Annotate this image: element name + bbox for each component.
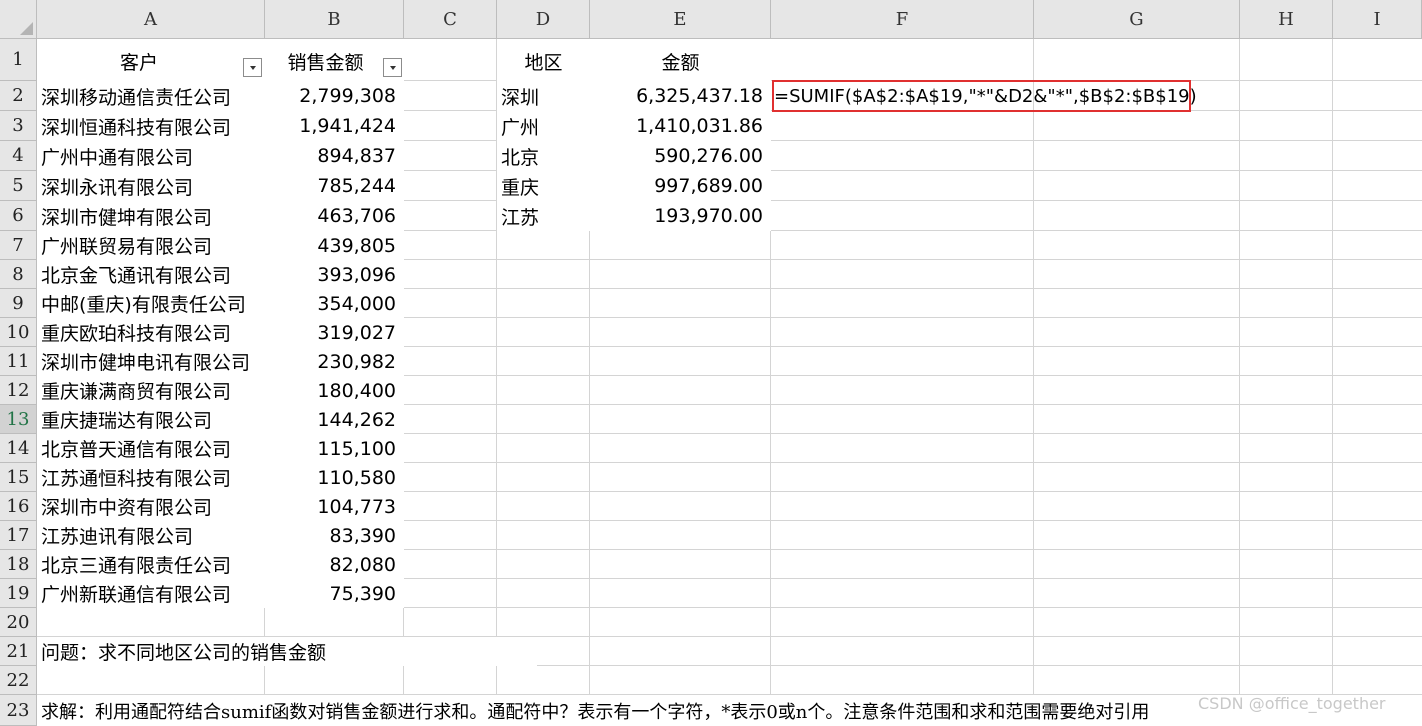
sales-amount-cell[interactable]: 180,400 [265,376,404,405]
customer-name-cell[interactable]: 深圳恒通科技有限公司 [37,111,265,141]
row-header-14[interactable]: 14 [0,434,37,463]
sales-amount-cell[interactable]: 354,000 [265,289,404,318]
sales-amount-cell[interactable]: 319,027 [265,318,404,347]
customer-name-cell[interactable]: 重庆谦满商贸有限公司 [37,376,265,405]
region-amount-cell[interactable]: 1,410,031.86 [590,111,771,141]
sales-filter-button[interactable] [383,58,402,77]
sales-amount-cell[interactable]: 463,706 [265,201,404,231]
customer-name-cell[interactable]: 江苏通恒科技有限公司 [37,463,265,492]
region-name-cell[interactable]: 广州 [497,111,590,141]
chevron-down-icon [389,65,396,70]
row-header-13[interactable]: 13 [0,405,37,434]
customer-name-cell[interactable]: 重庆捷瑞达有限公司 [37,405,265,434]
region-amount-cell[interactable]: 6,325,437.18 [590,81,771,111]
column-header-d[interactable]: D [497,0,590,39]
row-header-19[interactable]: 19 [0,579,37,608]
row-header-16[interactable]: 16 [0,492,37,521]
row-header-9[interactable]: 9 [0,289,37,318]
region-name-cell[interactable]: 江苏 [497,201,590,231]
sales-amount-cell[interactable]: 439,805 [265,231,404,260]
row-header-20[interactable]: 20 [0,608,37,637]
spreadsheet-grid[interactable]: ABCDEFGHI 1 2 3 4 5 6 7 8 9 10 11 12 13 14 15 16 17 18 19 2… [0,0,1422,726]
row-header-12[interactable]: 12 [0,376,37,405]
row-header-22[interactable]: 22 [0,666,37,695]
sales-amount-cell[interactable]: 1,941,424 [265,111,404,141]
sales-amount-cell[interactable]: 82,080 [265,550,404,579]
row-header-17[interactable]: 17 [0,521,37,550]
sales-amount-cell[interactable]: 894,837 [265,141,404,171]
customer-name-cell[interactable]: 深圳市中资有限公司 [37,492,265,521]
row-header-23[interactable]: 23 [0,695,37,726]
header-customer[interactable]: 客户 [37,39,265,81]
customer-name-cell[interactable]: 广州新联通信有限公司 [37,579,265,608]
column-header-b[interactable]: B [265,0,404,39]
gridline-vertical [1332,39,1333,726]
region-amount-cell[interactable]: 590,276.00 [590,141,771,171]
column-header-f[interactable]: F [771,0,1034,39]
customer-name-cell[interactable]: 深圳市健坤电讯有限公司 [37,347,265,376]
customer-name-cell[interactable]: 深圳移动通信责任公司 [37,81,265,111]
customer-name-cell[interactable]: 深圳市健坤有限公司 [37,201,265,231]
row-header-10[interactable]: 10 [0,318,37,347]
sales-amount-cell[interactable]: 110,580 [265,463,404,492]
customer-name-cell[interactable]: 广州中通有限公司 [37,141,265,171]
watermark-text: CSDN @office_together [1198,694,1386,713]
customer-name-cell[interactable]: 中邮(重庆)有限责任公司 [37,289,265,318]
row-header-11[interactable]: 11 [0,347,37,376]
customer-name-cell[interactable]: 北京普天通信有限公司 [37,434,265,463]
column-header-g[interactable]: G [1034,0,1240,39]
customer-name-cell[interactable]: 江苏迪讯有限公司 [37,521,265,550]
row-header-1[interactable]: 1 [0,39,37,81]
chevron-down-icon [249,65,256,70]
header-amount[interactable]: 金额 [590,39,771,81]
column-header-e[interactable]: E [590,0,771,39]
row-header-18[interactable]: 18 [0,550,37,579]
region-amount-cell[interactable]: 193,970.00 [590,201,771,231]
sales-amount-cell[interactable]: 785,244 [265,171,404,201]
column-header-h[interactable]: H [1240,0,1333,39]
gridline-vertical [1033,39,1034,726]
gridline-vertical [1239,39,1240,726]
region-name-cell[interactable]: 重庆 [497,171,590,201]
region-name-cell[interactable]: 深圳 [497,81,590,111]
select-all-button[interactable] [0,0,37,39]
sales-amount-cell[interactable]: 230,982 [265,347,404,376]
row-header-6[interactable]: 6 [0,201,37,231]
customer-name-cell[interactable]: 广州联贸易有限公司 [37,231,265,260]
row-header-5[interactable]: 5 [0,171,37,201]
column-header-a[interactable]: A [37,0,265,39]
row-header-7[interactable]: 7 [0,231,37,260]
customer-name-cell[interactable]: 深圳永讯有限公司 [37,171,265,201]
row-header-8[interactable]: 8 [0,260,37,289]
row-header-3[interactable]: 3 [0,111,37,141]
customer-name-cell[interactable]: 北京金飞通讯有限公司 [37,260,265,289]
sales-amount-cell[interactable]: 393,096 [265,260,404,289]
sales-amount-cell[interactable]: 104,773 [265,492,404,521]
sales-amount-cell[interactable]: 2,799,308 [265,81,404,111]
row-header-21[interactable]: 21 [0,637,37,666]
sales-amount-cell[interactable]: 75,390 [265,579,404,608]
sales-amount-cell[interactable]: 83,390 [265,521,404,550]
question-text-cell[interactable]: 问题：求不同地区公司的销售金额 [37,637,537,666]
column-header-c[interactable]: C [404,0,497,39]
sales-amount-cell[interactable]: 115,100 [265,434,404,463]
region-name-cell[interactable]: 北京 [497,141,590,171]
customer-name-cell[interactable]: 重庆欧珀科技有限公司 [37,318,265,347]
formula-cell-f2[interactable]: =SUMIF($A$2:$A$19,"*"&D2&"*",$B$2:$B$19) [771,81,1201,111]
column-header-i[interactable]: I [1333,0,1422,39]
row-header-2[interactable]: 2 [0,81,37,111]
customer-name-cell[interactable]: 北京三通有限责任公司 [37,550,265,579]
header-region[interactable]: 地区 [497,39,590,81]
customer-filter-button[interactable] [243,58,262,77]
region-amount-cell[interactable]: 997,689.00 [590,171,771,201]
sales-amount-cell[interactable]: 144,262 [265,405,404,434]
row-header-4[interactable]: 4 [0,141,37,171]
row-header-15[interactable]: 15 [0,463,37,492]
